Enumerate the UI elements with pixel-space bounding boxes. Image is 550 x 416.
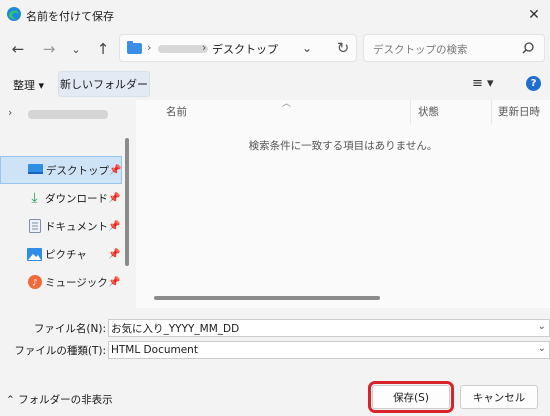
- forward-arrow-icon[interactable]: →: [37, 37, 61, 61]
- organize-menu[interactable]: 整理 ▾: [13, 77, 44, 93]
- filename-label: ファイル名(N):: [33, 323, 106, 335]
- search-icon: [522, 42, 534, 54]
- help-icon[interactable]: ?: [526, 76, 541, 91]
- redacted-nav-item[interactable]: [28, 110, 108, 119]
- filename-value: お気に入り_YYYY_MM_DD: [111, 322, 240, 335]
- pin-icon: 📌: [108, 248, 121, 260]
- music-icon: ♪: [27, 275, 42, 289]
- view-options-icon[interactable]: ≡ ▾: [472, 76, 494, 91]
- sidebar-item-documents[interactable]: ドキュメント 📌: [0, 212, 122, 240]
- sidebar-item-label: ダウンロード: [45, 192, 108, 205]
- empty-message: 検索条件に一致する項目はありません。: [248, 140, 438, 152]
- column-header-modified[interactable]: 更新日時: [498, 104, 540, 119]
- download-icon: ⤓: [31, 190, 38, 206]
- breadcrumb-separator: ›: [147, 41, 152, 54]
- expand-chevron-icon[interactable]: ›: [8, 106, 12, 119]
- sidebar-item-label: ドキュメント: [45, 220, 108, 233]
- navigation-pane: › デスクトップ 📌 ⤓ ダウンロード 📌 ドキュメント 📌 ピクチャ 📌 ♪ …: [0, 100, 134, 308]
- back-arrow-icon[interactable]: ←: [6, 37, 30, 61]
- redacted-breadcrumb: [158, 45, 208, 53]
- column-header-status[interactable]: 状態: [418, 104, 439, 119]
- horizontal-scrollbar[interactable]: [154, 296, 380, 300]
- hide-folders-toggle[interactable]: ⌃ フォルダーの非表示: [6, 392, 113, 407]
- file-list: ︿ 名前 状態 更新日時 検索条件に一致する項目はありません。: [136, 99, 550, 308]
- desktop-icon: [28, 163, 43, 177]
- sidebar-item-label: ミュージック: [45, 276, 108, 289]
- filetype-label: ファイルの種類(T):: [14, 345, 106, 357]
- document-icon: [27, 219, 42, 233]
- pin-icon: 📌: [108, 276, 121, 288]
- svg-text:♪: ♪: [32, 279, 38, 289]
- recent-locations-chevron-icon[interactable]: ⌄: [64, 37, 88, 61]
- column-divider[interactable]: [410, 100, 411, 124]
- address-bar[interactable]: › › デスクトップ: [119, 34, 357, 62]
- sidebar-item-label: デスクトップ: [46, 164, 109, 177]
- search-placeholder: デスクトップの検索: [373, 44, 468, 56]
- sidebar-item-music[interactable]: ♪ ミュージック 📌: [0, 268, 122, 296]
- search-input[interactable]: デスクトップの検索: [363, 34, 545, 62]
- pin-icon: 📌: [108, 192, 121, 204]
- sidebar-scrollbar[interactable]: [125, 138, 129, 266]
- refresh-icon[interactable]: ↻: [332, 37, 354, 59]
- pin-icon: 📌: [109, 164, 122, 176]
- filetype-select[interactable]: HTML Document ⌄: [108, 341, 550, 359]
- dialog-footer: ⌃ フォルダーの非表示 保存(S) キャンセル: [0, 370, 550, 416]
- breadcrumb-separator: ›: [202, 41, 207, 54]
- command-toolbar: 整理 ▾ 新しいフォルダー ≡ ▾ ?: [0, 68, 550, 100]
- sidebar-item-label: ピクチャ: [45, 248, 87, 261]
- pictures-icon: [27, 247, 42, 261]
- new-folder-button[interactable]: 新しいフォルダー: [58, 71, 150, 97]
- address-dropdown-icon[interactable]: ⌄: [297, 36, 317, 60]
- save-form: ファイル名(N): お気に入り_YYYY_MM_DD ⌄ ファイルの種類(T):…: [0, 308, 550, 370]
- filetype-value: HTML Document: [111, 344, 198, 356]
- chevron-up-icon: ⌃: [6, 394, 19, 406]
- breadcrumb-current[interactable]: デスクトップ: [212, 41, 278, 57]
- save-button[interactable]: 保存(S): [368, 381, 454, 413]
- column-header-name[interactable]: 名前: [166, 104, 187, 119]
- sidebar-item-pictures[interactable]: ピクチャ 📌: [0, 240, 122, 268]
- cancel-button[interactable]: キャンセル: [460, 385, 538, 409]
- sidebar-item-downloads[interactable]: ⤓ ダウンロード 📌: [0, 184, 122, 212]
- window-title: 名前を付けて保存: [26, 10, 114, 23]
- title-bar: 名前を付けて保存 ✕: [0, 0, 550, 30]
- sidebar-item-desktop[interactable]: デスクトップ 📌: [0, 156, 122, 184]
- pin-icon: 📌: [108, 220, 121, 232]
- edge-app-icon: [7, 7, 21, 21]
- hide-folders-label: フォルダーの非表示: [18, 394, 113, 406]
- sort-ascending-icon: ︿: [282, 99, 292, 109]
- close-button[interactable]: ✕: [518, 0, 550, 30]
- chevron-down-icon[interactable]: ⌄: [538, 321, 546, 332]
- folder-icon: [127, 41, 142, 54]
- filename-field[interactable]: お気に入り_YYYY_MM_DD ⌄: [108, 319, 550, 337]
- column-divider[interactable]: [491, 100, 492, 124]
- chevron-down-icon[interactable]: ⌄: [538, 343, 546, 354]
- up-arrow-icon[interactable]: ↑: [91, 37, 115, 61]
